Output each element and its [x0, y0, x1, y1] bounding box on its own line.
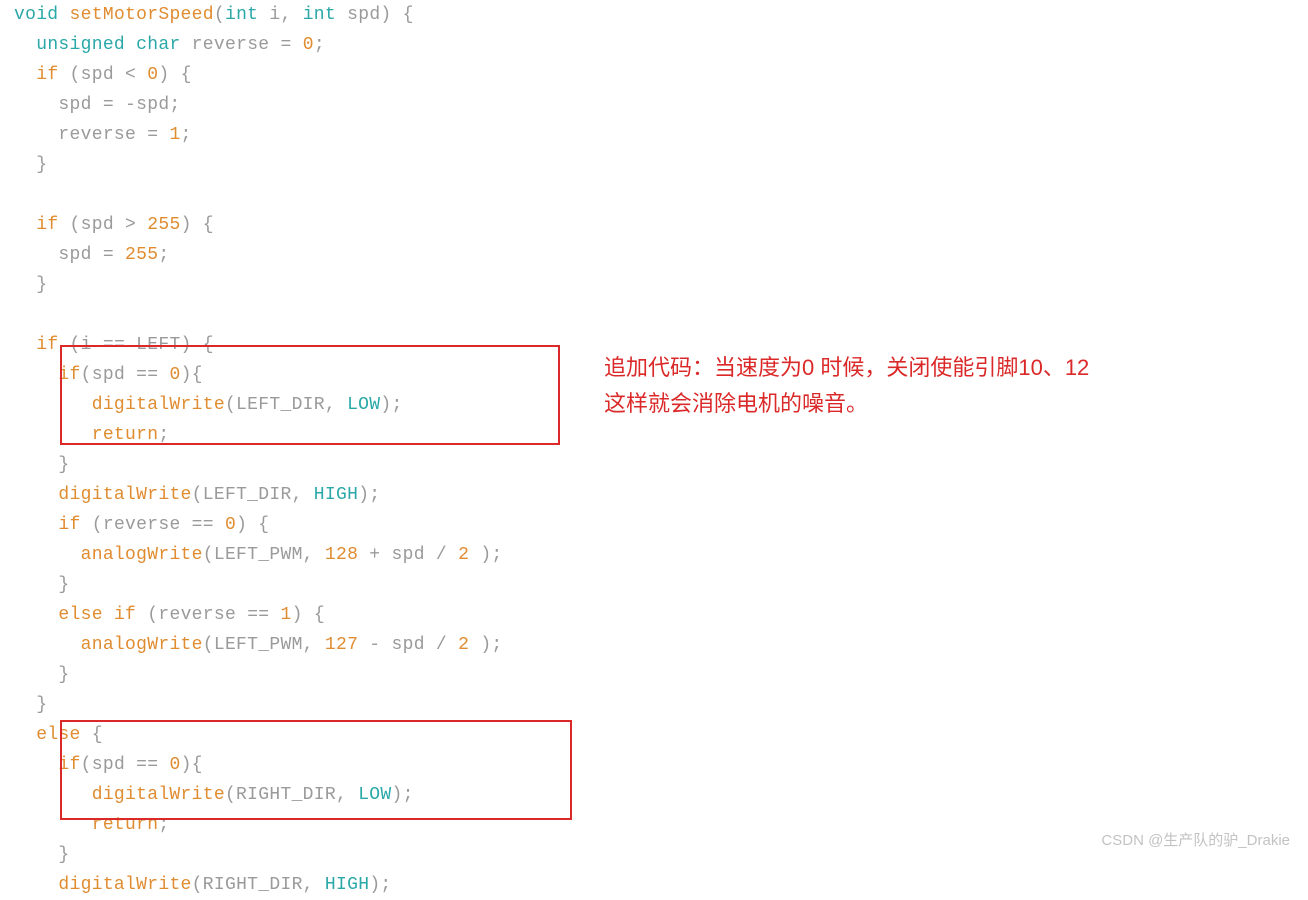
annotation-text: 追加代码：当速度为0 时候，关闭使能引脚10、12 这样就会消除电机的噪音。	[604, 350, 1089, 422]
annotation-line-2: 这样就会消除电机的噪音。	[604, 391, 868, 416]
annotation-line-1: 追加代码：当速度为0 时候，关闭使能引脚10、12	[604, 355, 1089, 380]
code-block: void setMotorSpeed(int i, int spd) { uns…	[0, 0, 1308, 900]
